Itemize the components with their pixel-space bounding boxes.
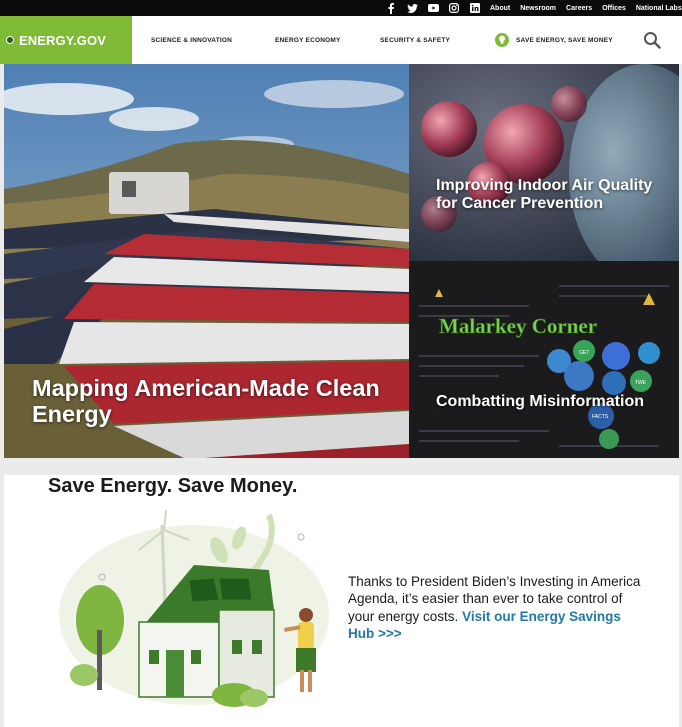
trailer (109, 172, 189, 214)
util-link-national-labs[interactable]: National Labs (636, 5, 682, 12)
util-link-newsroom[interactable]: Newsroom (520, 5, 556, 12)
save-energy-section: Save Energy. Save Money. Thanks to Presi… (4, 475, 679, 727)
lightbulb-icon (495, 33, 509, 47)
bubble-twe: TWE (635, 380, 647, 386)
hero-top-right-title: Improving Indoor Air Quality for Cancer … (436, 177, 653, 212)
cancer-cell-image (409, 64, 679, 261)
malarkey-corner-image: Malarkey Corner GET TWE FACTS (409, 261, 679, 458)
nav-science-innovation[interactable]: SCIENCE & INNOVATION (151, 16, 232, 64)
logo-mark-icon (6, 36, 14, 44)
util-link-careers[interactable]: Careers (566, 5, 592, 12)
hero-mosaic: Mapping American-Made Clean Energy Impro… (4, 64, 679, 458)
instagram-icon[interactable] (446, 2, 462, 14)
search-icon[interactable] (643, 31, 661, 49)
hero-main-tile[interactable]: Mapping American-Made Clean Energy (4, 64, 409, 458)
util-link-offices[interactable]: Offices (602, 5, 626, 12)
facebook-icon[interactable] (383, 2, 399, 14)
nav-energy-economy[interactable]: ENERGY ECONOMY (275, 16, 341, 64)
util-link-about[interactable]: About (490, 5, 510, 12)
site-logo[interactable]: ENERGY.GOV (0, 16, 132, 64)
hero-top-right-tile[interactable]: Improving Indoor Air Quality for Cancer … (409, 64, 679, 261)
nav-save-energy-label: SAVE ENERGY, SAVE MONEY (516, 36, 613, 44)
utility-bar: About Newsroom Careers Offices National … (0, 0, 682, 16)
logo-text: ENERGY.GOV (19, 32, 106, 48)
hero-bottom-right-title: Combatting Misinformation (436, 393, 644, 410)
site-header: ENERGY.GOV SCIENCE & INNOVATION ENERGY E… (0, 16, 682, 64)
bubble-facts: FACTS (592, 414, 609, 420)
youtube-icon[interactable] (425, 2, 441, 14)
hero-main-title: Mapping American-Made Clean Energy (32, 375, 380, 428)
house-illustration (59, 510, 329, 707)
utility-links: About Newsroom Careers Offices National … (480, 0, 682, 16)
malarkey-corner-logo: Malarkey Corner (439, 314, 597, 338)
social-links (383, 0, 488, 16)
twitter-icon[interactable] (404, 2, 420, 14)
nav-save-energy[interactable]: SAVE ENERGY, SAVE MONEY (495, 16, 613, 64)
save-energy-title: Save Energy. Save Money. (48, 475, 298, 497)
bubble-get: GET (579, 350, 589, 356)
hero-bottom-right-tile[interactable]: Malarkey Corner GET TWE FACTS Combatting… (409, 261, 679, 458)
save-energy-text: Thanks to President Biden’s Investing in… (348, 573, 648, 642)
nav-security-safety[interactable]: SECURITY & SAFETY (380, 16, 450, 64)
